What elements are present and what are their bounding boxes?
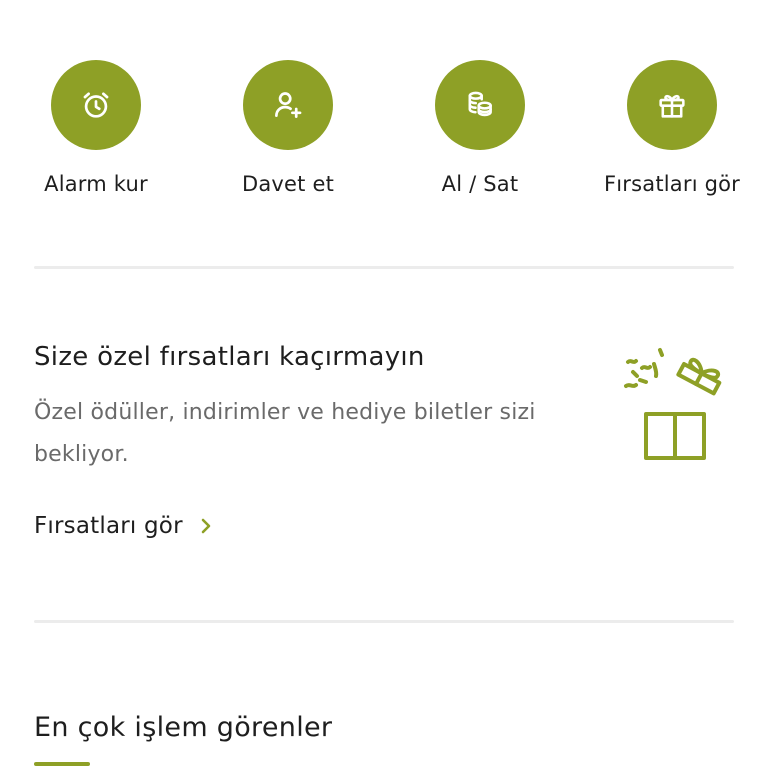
- alarm-label: Alarm kur: [44, 172, 148, 196]
- invite-circle: [243, 60, 333, 150]
- buy-sell-label: Al / Sat: [441, 172, 519, 196]
- coins-icon: [468, 91, 492, 117]
- gift-icon: [659, 94, 685, 118]
- chevron-right-icon: [201, 518, 211, 534]
- invite-label: Davet et: [241, 172, 335, 196]
- active-tab-indicator: [34, 762, 90, 766]
- promo-title: Size özel fırsatları kaçırmayın: [34, 342, 425, 372]
- promo-description: Özel ödüller, indirimler ve hediye bilet…: [34, 400, 536, 467]
- opportunities-label: Fırsatları gör: [603, 172, 741, 196]
- opportunities-button[interactable]: Fırsatları gör: [576, 60, 768, 196]
- open-gift-box-icon: [624, 348, 722, 460]
- add-user-icon: [275, 92, 302, 118]
- buy-sell-button[interactable]: Al / Sat: [384, 60, 576, 196]
- alarm-circle: [51, 60, 141, 150]
- see-opportunities-link[interactable]: Fırsatları gör: [34, 513, 213, 539]
- divider: [34, 266, 734, 269]
- buy-sell-circle: [435, 60, 525, 150]
- alarm-clock-icon: [83, 92, 109, 118]
- opportunities-circle: [627, 60, 717, 150]
- most-traded-title[interactable]: En çok işlem görenler: [34, 712, 734, 743]
- invite-button[interactable]: Davet et: [192, 60, 384, 196]
- most-traded-section: En çok işlem görenler: [34, 712, 734, 768]
- alarm-button[interactable]: Alarm kur: [0, 60, 192, 196]
- promo-card: Size özel fırsatları kaçırmayın Özel ödü…: [34, 330, 734, 560]
- quick-actions: Alarm kur Davet et Al / Sat Fırsatları g…: [0, 60, 768, 210]
- divider: [34, 620, 734, 623]
- see-opportunities-label: Fırsatları gör: [34, 513, 183, 539]
